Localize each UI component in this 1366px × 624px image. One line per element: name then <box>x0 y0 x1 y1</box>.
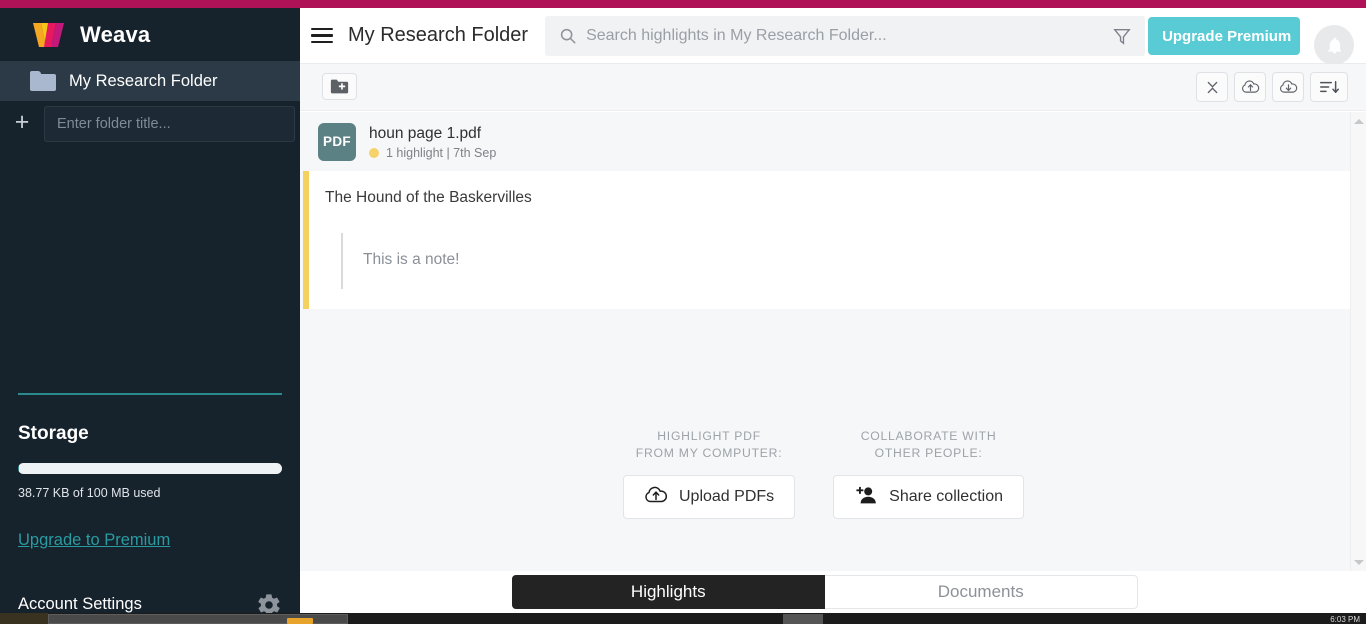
new-folder-button[interactable] <box>322 73 357 100</box>
upload-pdfs-label: Upload PDFs <box>679 488 775 505</box>
storage-title: Storage <box>18 423 89 444</box>
highlight-text: The Hound of the Baskervilles <box>325 189 532 206</box>
content-toolbar <box>300 64 1366 111</box>
cloud-upload-button[interactable] <box>1234 72 1266 102</box>
weava-w-logo-icon <box>32 21 66 49</box>
storage-progress-fill <box>18 463 19 474</box>
toolbar-actions <box>1196 72 1348 102</box>
content-area: PDF houn page 1.pdf 1 highlight | 7th Se… <box>300 112 1350 571</box>
account-settings-label: Account Settings <box>18 595 142 613</box>
cloud-download-button[interactable] <box>1272 72 1304 102</box>
bottom-tabbar: Highlights Documents <box>300 571 1350 613</box>
search-icon <box>559 27 577 45</box>
share-collection-action: Collaborate with other people: <box>833 428 1024 519</box>
taskbar-divider <box>783 614 823 624</box>
plus-icon[interactable]: + <box>8 110 36 138</box>
sidebar-divider <box>18 393 282 395</box>
upgrade-premium-button[interactable]: Upgrade Premium <box>1148 16 1301 55</box>
empty-state-actions: Highlight PDF from my computer: Upload P… <box>300 428 1347 519</box>
scroll-down-arrow-icon[interactable] <box>1354 558 1364 566</box>
folder-title-input[interactable] <box>44 106 295 142</box>
caption-line-2: other people: <box>874 446 983 460</box>
main-panel: My Research Folder Upgrade Premium <box>300 8 1366 613</box>
share-collection-caption: Collaborate with other people: <box>861 428 997 462</box>
search-bar <box>545 15 1146 56</box>
account-settings-row[interactable]: Account Settings <box>0 588 300 613</box>
highlight-card[interactable]: The Hound of the Baskervilles This is a … <box>303 171 1350 309</box>
tab-highlights[interactable]: Highlights <box>512 575 825 609</box>
taskbar-app-icon[interactable] <box>287 618 313 624</box>
caption-line-1: Highlight PDF <box>657 429 761 443</box>
top-accent-bar <box>0 0 1366 8</box>
hamburger-icon[interactable] <box>311 27 333 44</box>
scroll-up-arrow-icon[interactable] <box>1354 117 1364 125</box>
tab-documents[interactable]: Documents <box>824 575 1138 609</box>
document-name: houn page 1.pdf <box>369 124 482 142</box>
folder-icon <box>30 71 56 91</box>
brand-header: Weava <box>0 8 300 61</box>
search-input[interactable] <box>586 15 1100 56</box>
storage-usage-text: 38.77 KB of 100 MB used <box>18 486 161 500</box>
taskbar-start-region[interactable] <box>0 613 48 624</box>
filter-button[interactable] <box>1099 16 1145 56</box>
upload-pdfs-caption: Highlight PDF from my computer: <box>636 428 783 462</box>
sidebar-item-my-research-folder[interactable]: My Research Folder <box>0 61 300 101</box>
highlight-color-dot <box>369 147 379 158</box>
document-submeta: 1 highlight | 7th Sep <box>369 146 496 160</box>
collapse-all-button[interactable] <box>1196 72 1228 102</box>
sidebar-folder-label: My Research Folder <box>69 71 218 90</box>
taskbar-clock: 6:03 PM <box>1330 615 1360 624</box>
caption-line-2: from my computer: <box>635 446 783 460</box>
storage-progress-bar <box>18 463 282 474</box>
caption-line-1: Collaborate with <box>860 429 997 443</box>
app-window: Weava My Research Folder + Storage 38.77… <box>0 0 1366 624</box>
document-row[interactable]: PDF houn page 1.pdf 1 highlight | 7th Se… <box>300 112 1350 171</box>
highlight-note[interactable]: This is a note! <box>341 233 1350 289</box>
sort-button[interactable] <box>1310 72 1348 102</box>
pdf-badge: PDF <box>318 122 356 161</box>
share-collection-button[interactable]: Share collection <box>833 475 1024 519</box>
tabs: Highlights Documents <box>512 575 1138 609</box>
sidebar: Weava My Research Folder + Storage 38.77… <box>0 8 300 613</box>
upload-pdfs-action: Highlight PDF from my computer: Upload P… <box>623 428 796 519</box>
gear-icon[interactable] <box>256 592 282 613</box>
app-header: My Research Folder Upgrade Premium <box>300 8 1366 65</box>
content-scrollbar[interactable] <box>1350 112 1366 571</box>
upgrade-to-premium-link[interactable]: Upgrade to Premium <box>18 531 170 550</box>
storage-section: Storage 38.77 KB of 100 MB used <box>18 423 282 500</box>
document-meta: houn page 1.pdf 1 highlight | 7th Sep <box>369 124 496 160</box>
notification-avatar-button[interactable] <box>1314 25 1354 65</box>
document-highlight-count: 1 highlight | 7th Sep <box>386 145 497 160</box>
page-title: My Research Folder <box>348 24 529 46</box>
share-collection-label: Share collection <box>889 488 1003 505</box>
brand-name: Weava <box>80 21 151 47</box>
new-folder-row: + <box>0 101 300 147</box>
bell-icon <box>1327 37 1341 53</box>
add-person-icon <box>854 485 878 510</box>
cloud-upload-icon <box>644 485 668 510</box>
upload-pdfs-button[interactable]: Upload PDFs <box>623 475 796 519</box>
os-taskbar: 6:03 PM <box>0 613 1366 624</box>
